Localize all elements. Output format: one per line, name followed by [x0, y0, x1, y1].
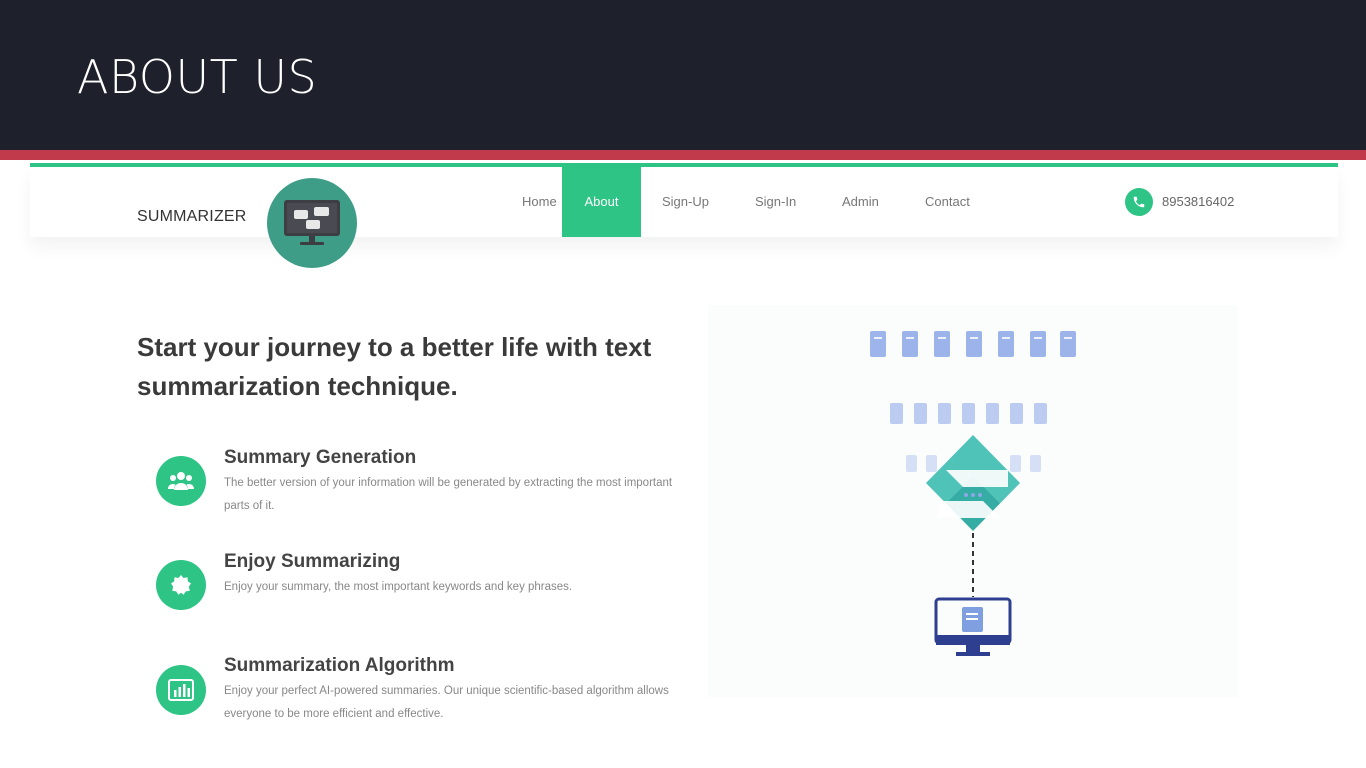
- navbar: SUMMARIZER Home About Sign-Up Sign-In Ad…: [30, 167, 1338, 237]
- logo[interactable]: [267, 178, 357, 268]
- feature-title: Summary Generation: [224, 447, 417, 468]
- slide-header: ABOUT US: [0, 0, 1366, 150]
- hero-headline: Start your journey to a better life with…: [137, 332, 652, 401]
- feature-title: Enjoy Summarizing: [224, 551, 401, 572]
- slide-title: ABOUT US: [77, 50, 318, 104]
- nav-sign-in[interactable]: Sign-In: [735, 167, 816, 237]
- feature-description: Enjoy your summary, the most important k…: [224, 581, 573, 593]
- phone-number[interactable]: 8953816402: [1162, 194, 1234, 209]
- feature-description: Enjoy your perfect AI-powered summaries.…: [224, 685, 669, 720]
- badge-icon: [156, 560, 206, 610]
- feature-description: The better version of your information w…: [224, 477, 673, 512]
- monitor-chat-icon: [284, 200, 340, 245]
- brand-name[interactable]: SUMMARIZER: [137, 208, 247, 226]
- summarization-illustration: [708, 305, 1238, 697]
- website-screenshot: SUMMARIZER Home About Sign-Up Sign-In Ad…: [30, 160, 1338, 768]
- nav-sign-up[interactable]: Sign-Up: [642, 167, 729, 237]
- nav-admin[interactable]: Admin: [822, 167, 899, 237]
- feature-title: Summarization Algorithm: [224, 655, 455, 676]
- nav-about[interactable]: About: [562, 167, 641, 237]
- divider-bar: [0, 150, 1366, 160]
- document-flow-graphic: [870, 331, 1076, 656]
- phone-icon[interactable]: [1125, 188, 1153, 216]
- users-icon: [156, 456, 206, 506]
- nav-contact[interactable]: Contact: [905, 167, 990, 237]
- bar-chart-icon: [156, 665, 206, 715]
